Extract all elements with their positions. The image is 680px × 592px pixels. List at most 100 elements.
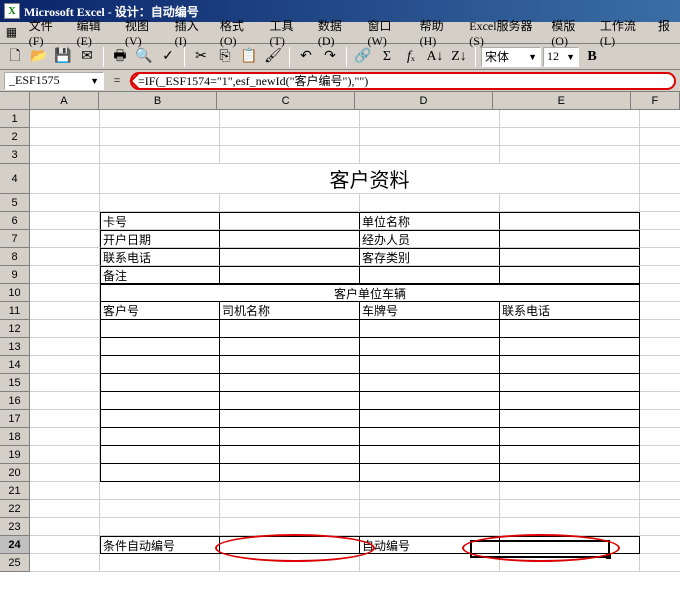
cell[interactable] bbox=[220, 374, 360, 392]
col-header[interactable]: A bbox=[30, 92, 99, 110]
cell[interactable] bbox=[30, 146, 100, 164]
cell[interactable] bbox=[640, 338, 680, 356]
col-header[interactable]: F bbox=[631, 92, 680, 110]
cell[interactable] bbox=[30, 482, 100, 500]
cell[interactable] bbox=[360, 410, 500, 428]
cell[interactable] bbox=[30, 164, 100, 194]
cell[interactable] bbox=[30, 266, 100, 284]
cell[interactable] bbox=[220, 146, 360, 164]
cell[interactable] bbox=[30, 500, 100, 518]
row-header[interactable]: 14 bbox=[0, 356, 30, 374]
row-header[interactable]: 4 bbox=[0, 164, 30, 194]
cell[interactable] bbox=[100, 194, 220, 212]
cell[interactable]: 条件自动编号 bbox=[100, 536, 220, 554]
cell[interactable] bbox=[220, 320, 360, 338]
spell-icon[interactable]: ✓ bbox=[157, 46, 179, 68]
cell[interactable] bbox=[30, 302, 100, 320]
cell[interactable] bbox=[500, 518, 640, 536]
cell[interactable] bbox=[360, 374, 500, 392]
cell[interactable] bbox=[640, 554, 680, 572]
cell[interactable] bbox=[360, 446, 500, 464]
cell[interactable] bbox=[30, 248, 100, 266]
cell[interactable] bbox=[360, 392, 500, 410]
excel-doc-icon[interactable]: ▦ bbox=[4, 25, 19, 41]
font-name-select[interactable]: 宋体 ▼ bbox=[481, 47, 541, 67]
cell[interactable] bbox=[500, 356, 640, 374]
row-header[interactable]: 18 bbox=[0, 428, 30, 446]
cell[interactable] bbox=[500, 212, 640, 230]
cell[interactable] bbox=[500, 482, 640, 500]
cell[interactable] bbox=[100, 128, 220, 146]
cell[interactable] bbox=[640, 410, 680, 428]
cell[interactable] bbox=[360, 356, 500, 374]
cell[interactable]: 客户号 bbox=[100, 302, 220, 320]
link-icon[interactable]: 🔗 bbox=[352, 46, 374, 68]
fx-icon[interactable]: fₓ bbox=[400, 46, 422, 68]
cell[interactable] bbox=[30, 230, 100, 248]
col-header[interactable]: D bbox=[355, 92, 493, 110]
cell[interactable] bbox=[500, 248, 640, 266]
formula-input[interactable]: =IF(_ESF1574="1",esf_newId("客户编号"),"") bbox=[130, 72, 676, 90]
bold-icon[interactable]: B bbox=[581, 46, 603, 68]
cell[interactable] bbox=[500, 500, 640, 518]
cell[interactable] bbox=[100, 146, 220, 164]
preview-icon[interactable]: 🔍 bbox=[133, 46, 155, 68]
cell[interactable] bbox=[30, 536, 100, 554]
cells-grid[interactable]: 客户资料卡号单位名称开户日期经办人员联系电话客存类别备注客户单位车辆客户号司机名… bbox=[30, 110, 680, 572]
cell[interactable] bbox=[30, 320, 100, 338]
cell[interactable] bbox=[360, 464, 500, 482]
print-icon[interactable]: 🖶 bbox=[109, 46, 131, 68]
cell[interactable]: 客户单位车辆 bbox=[100, 284, 640, 302]
row-header[interactable]: 2 bbox=[0, 128, 30, 146]
row-header[interactable]: 19 bbox=[0, 446, 30, 464]
cell[interactable]: 单位名称 bbox=[360, 212, 500, 230]
cell[interactable]: 联系电话 bbox=[500, 302, 640, 320]
cell[interactable] bbox=[360, 518, 500, 536]
cell[interactable] bbox=[220, 500, 360, 518]
cell[interactable] bbox=[640, 248, 680, 266]
cell[interactable] bbox=[220, 110, 360, 128]
cell[interactable] bbox=[220, 554, 360, 572]
cell[interactable] bbox=[360, 428, 500, 446]
row-header[interactable]: 8 bbox=[0, 248, 30, 266]
row-header[interactable]: 9 bbox=[0, 266, 30, 284]
cell[interactable] bbox=[500, 266, 640, 284]
cell[interactable] bbox=[360, 110, 500, 128]
cell[interactable] bbox=[220, 536, 360, 554]
cell[interactable] bbox=[500, 410, 640, 428]
cell[interactable] bbox=[30, 374, 100, 392]
row-header[interactable]: 21 bbox=[0, 482, 30, 500]
cell[interactable] bbox=[30, 356, 100, 374]
cell[interactable] bbox=[100, 110, 220, 128]
cell[interactable]: 司机名称 bbox=[220, 302, 360, 320]
cell[interactable] bbox=[640, 374, 680, 392]
cell[interactable] bbox=[640, 446, 680, 464]
equals-button[interactable]: = bbox=[108, 73, 126, 88]
cell[interactable] bbox=[500, 146, 640, 164]
col-header[interactable]: C bbox=[217, 92, 355, 110]
cell[interactable] bbox=[500, 428, 640, 446]
cell[interactable] bbox=[640, 428, 680, 446]
cell[interactable] bbox=[640, 230, 680, 248]
cell[interactable] bbox=[500, 128, 640, 146]
cell[interactable]: 车牌号 bbox=[360, 302, 500, 320]
spreadsheet[interactable]: A B C D E F 1234567891011121314151617181… bbox=[0, 92, 680, 592]
cell[interactable] bbox=[100, 500, 220, 518]
cell[interactable] bbox=[220, 266, 360, 284]
cell[interactable] bbox=[30, 110, 100, 128]
cell[interactable] bbox=[360, 128, 500, 146]
save-icon[interactable]: 💾 bbox=[52, 46, 74, 68]
cell[interactable] bbox=[220, 428, 360, 446]
cell[interactable] bbox=[30, 392, 100, 410]
cell[interactable] bbox=[30, 284, 100, 302]
cell[interactable] bbox=[360, 338, 500, 356]
cell[interactable] bbox=[30, 446, 100, 464]
cell[interactable] bbox=[100, 518, 220, 536]
row-header[interactable]: 23 bbox=[0, 518, 30, 536]
cell[interactable] bbox=[100, 428, 220, 446]
row-header[interactable]: 12 bbox=[0, 320, 30, 338]
redo-icon[interactable]: ↷ bbox=[319, 46, 341, 68]
cell[interactable] bbox=[30, 554, 100, 572]
cell[interactable] bbox=[640, 110, 680, 128]
cell[interactable] bbox=[360, 482, 500, 500]
